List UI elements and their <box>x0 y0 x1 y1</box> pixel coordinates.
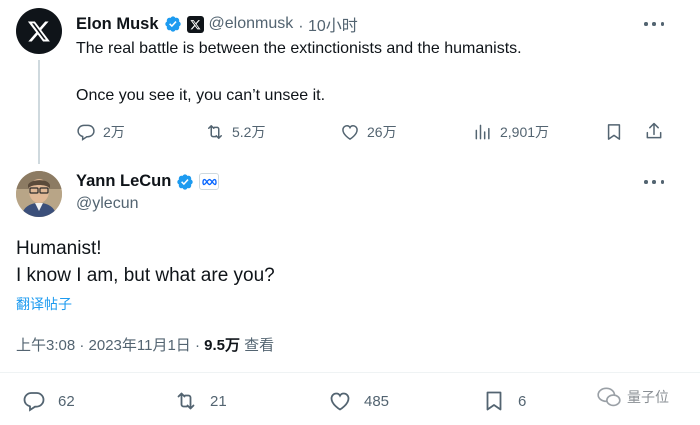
like-count: 485 <box>364 392 390 410</box>
bookmark-icon <box>486 391 502 411</box>
author-name[interactable]: Yann LeCun <box>76 172 171 191</box>
views-count: 2,901万 <box>500 124 550 140</box>
more-icon[interactable] <box>644 172 664 192</box>
bookmark-button[interactable]: 6 <box>482 389 526 413</box>
repost-button[interactable]: 5.2万 <box>205 122 265 142</box>
repost-button[interactable]: 21 <box>174 389 227 413</box>
reply-button[interactable]: 62 <box>22 389 75 413</box>
like-icon <box>330 392 350 411</box>
watermark-text: 量子位 <box>627 389 669 405</box>
share-button[interactable] <box>644 121 664 141</box>
repost-icon <box>177 392 195 410</box>
like-button[interactable]: 485 <box>328 389 389 413</box>
tweet1-header: Elon Musk @elonmusk · 10小时 <box>76 12 358 36</box>
views-icon <box>475 124 490 140</box>
like-count: 26万 <box>367 124 397 140</box>
wechat-icon <box>597 387 621 407</box>
watermark: 量子位 <box>596 384 669 410</box>
bookmark-count: 6 <box>518 392 527 410</box>
author-handle[interactable]: @ylecun <box>76 195 139 213</box>
post-metadata: 上午3:08 · 2023年11月1日 · 9.5万 查看 <box>16 334 274 355</box>
like-icon <box>342 124 358 140</box>
tweet1-text-line2: Once you see it, you can’t unsee it. <box>76 87 326 104</box>
author-handle[interactable]: @elonmusk <box>209 15 294 33</box>
post-time[interactable]: · 10小时 <box>298 12 358 36</box>
post-timestamp[interactable]: 上午3:08 · 2023年11月1日 · <box>16 337 204 354</box>
tweet1-text-line1: The real battle is between the extinctio… <box>76 40 522 57</box>
repost-count: 21 <box>210 392 227 410</box>
view-count: 9.5万 <box>204 337 240 354</box>
verified-icon <box>177 173 194 190</box>
view-label: 查看 <box>240 337 275 354</box>
thread-line <box>38 60 40 164</box>
verified-icon <box>164 16 181 32</box>
x-logo-icon <box>27 21 50 42</box>
repost-count: 5.2万 <box>232 124 266 140</box>
repost-icon <box>208 125 222 139</box>
share-icon <box>646 122 662 139</box>
reply-count: 62 <box>58 392 75 410</box>
tweet2-header: Yann LeCun <box>76 172 220 191</box>
reply-icon <box>23 392 45 412</box>
reply-button[interactable]: 2万 <box>76 122 125 142</box>
reply-count: 2万 <box>103 124 125 140</box>
tweet2-text-line1: Humanist! <box>16 238 102 259</box>
avatar-yann[interactable] <box>16 171 62 217</box>
bookmark-icon <box>607 124 621 140</box>
divider <box>0 372 700 373</box>
tweet2-text-line2: I know I am, but what are you? <box>16 265 275 286</box>
views-button[interactable]: 2,901万 <box>473 122 549 142</box>
bookmark-button[interactable] <box>604 122 624 142</box>
meta-icon <box>199 173 220 190</box>
x-logo-icon <box>186 15 204 33</box>
reply-icon <box>77 124 95 141</box>
more-icon[interactable] <box>644 14 664 34</box>
translate-link[interactable]: 翻译帖子 <box>16 294 72 314</box>
author-name[interactable]: Elon Musk <box>76 15 159 34</box>
avatar-elon[interactable] <box>16 8 62 54</box>
like-button[interactable]: 26万 <box>340 122 397 142</box>
